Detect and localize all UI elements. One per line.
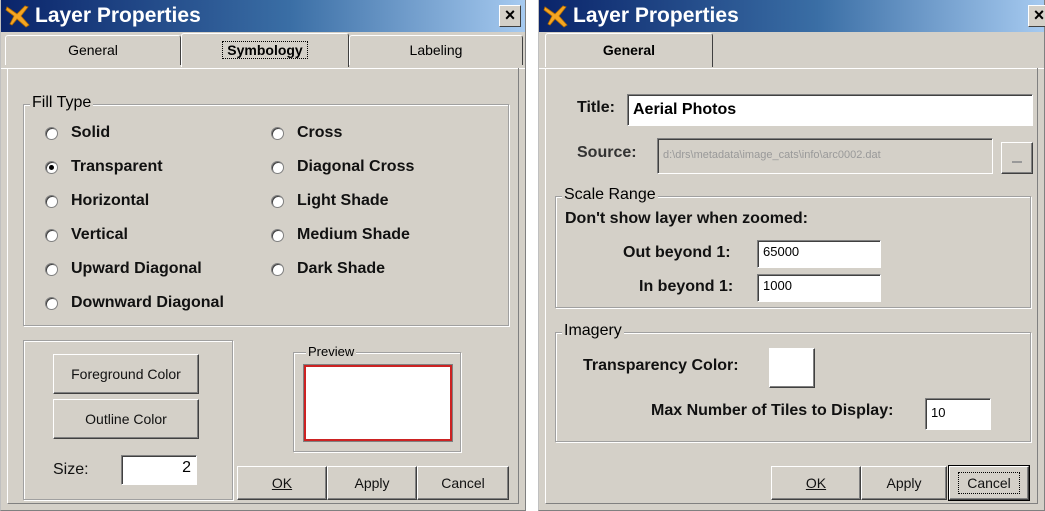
max-tiles-label: Max Number of Tiles to Display: [651,402,894,419]
title-label: Title: [577,99,615,116]
tab-strip: General [539,33,1044,69]
in-beyond-input[interactable]: 1000 [757,274,881,302]
radio-medium-shade[interactable]: Medium Shade [271,226,410,244]
layer-properties-dialog-symbology: Layer Properties × General Symbology Lab… [0,0,526,511]
size-input[interactable]: 2 [121,455,197,485]
scale-range-legend: Scale Range [562,186,658,204]
airplane-icon [543,5,568,28]
radio-indicator [45,126,58,140]
radio-indicator [271,194,284,208]
preview-legend: Preview [306,344,357,359]
layer-properties-dialog-general: Layer Properties × General Title: Aerial… [538,0,1045,511]
size-label: Size: [53,461,89,478]
tab-strip: General Symbology Labeling [1,33,525,69]
radio-indicator [45,296,58,310]
tab-symbology[interactable]: Symbology [181,33,349,67]
dialog-title: Layer Properties [573,4,739,27]
browse-icon [1012,161,1022,163]
radio-indicator [271,262,284,276]
radio-indicator [45,194,58,208]
radio-light-shade[interactable]: Light Shade [271,192,389,210]
outline-color-button[interactable]: Outline Color [53,399,199,439]
source-input: d:\drs\metadata\image_cats\info\arc0002.… [657,138,993,174]
transparency-color-button[interactable] [769,348,815,388]
browse-button[interactable] [1001,142,1033,174]
radio-upward-diagonal[interactable]: Upward Diagonal [45,260,202,278]
radio-downward-diagonal[interactable]: Downward Diagonal [45,294,224,312]
ok-button[interactable]: OK [771,466,861,500]
ok-button[interactable]: OK [237,466,327,500]
radio-diagonal-cross[interactable]: Diagonal Cross [271,158,414,176]
radio-transparent[interactable]: Transparent [45,158,163,176]
out-beyond-input[interactable]: 65000 [757,240,881,268]
cancel-button[interactable]: Cancel [948,465,1030,501]
apply-button[interactable]: Apply [327,466,417,500]
in-beyond-label: In beyond 1: [639,278,734,295]
tab-labeling[interactable]: Labeling [349,35,523,65]
tab-general[interactable]: General [5,35,181,65]
cancel-button[interactable]: Cancel [417,466,509,500]
title-bar[interactable]: Layer Properties × [1,0,525,32]
radio-cross[interactable]: Cross [271,124,342,142]
foreground-color-button[interactable]: Foreground Color [53,354,199,394]
radio-indicator [271,228,284,242]
out-beyond-label: Out beyond 1: [623,244,731,261]
max-tiles-input[interactable]: 10 [925,398,991,430]
radio-indicator-selected [45,160,58,174]
apply-button[interactable]: Apply [861,466,947,500]
radio-solid[interactable]: Solid [45,124,110,142]
airplane-icon [5,5,30,28]
scale-range-heading: Don't show layer when zoomed: [565,210,808,227]
preview-swatch [303,364,453,442]
radio-dark-shade[interactable]: Dark Shade [271,260,385,278]
dialog-title: Layer Properties [35,4,201,27]
close-button[interactable]: × [499,5,521,27]
close-icon: × [504,5,516,25]
transparency-color-label: Transparency Color: [583,357,739,374]
radio-indicator [271,160,284,174]
radio-indicator [271,126,284,140]
title-input[interactable]: Aerial Photos [627,94,1033,126]
title-bar[interactable]: Layer Properties × [539,0,1045,32]
close-button[interactable]: × [1028,5,1045,27]
close-icon: × [1033,5,1045,25]
imagery-legend: Imagery [562,322,624,340]
radio-indicator [45,262,58,276]
radio-vertical[interactable]: Vertical [45,226,128,244]
source-label: Source: [577,144,637,161]
tab-general[interactable]: General [545,33,713,67]
radio-indicator [45,228,58,242]
fill-type-legend: Fill Type [30,94,94,112]
radio-horizontal[interactable]: Horizontal [45,192,149,210]
